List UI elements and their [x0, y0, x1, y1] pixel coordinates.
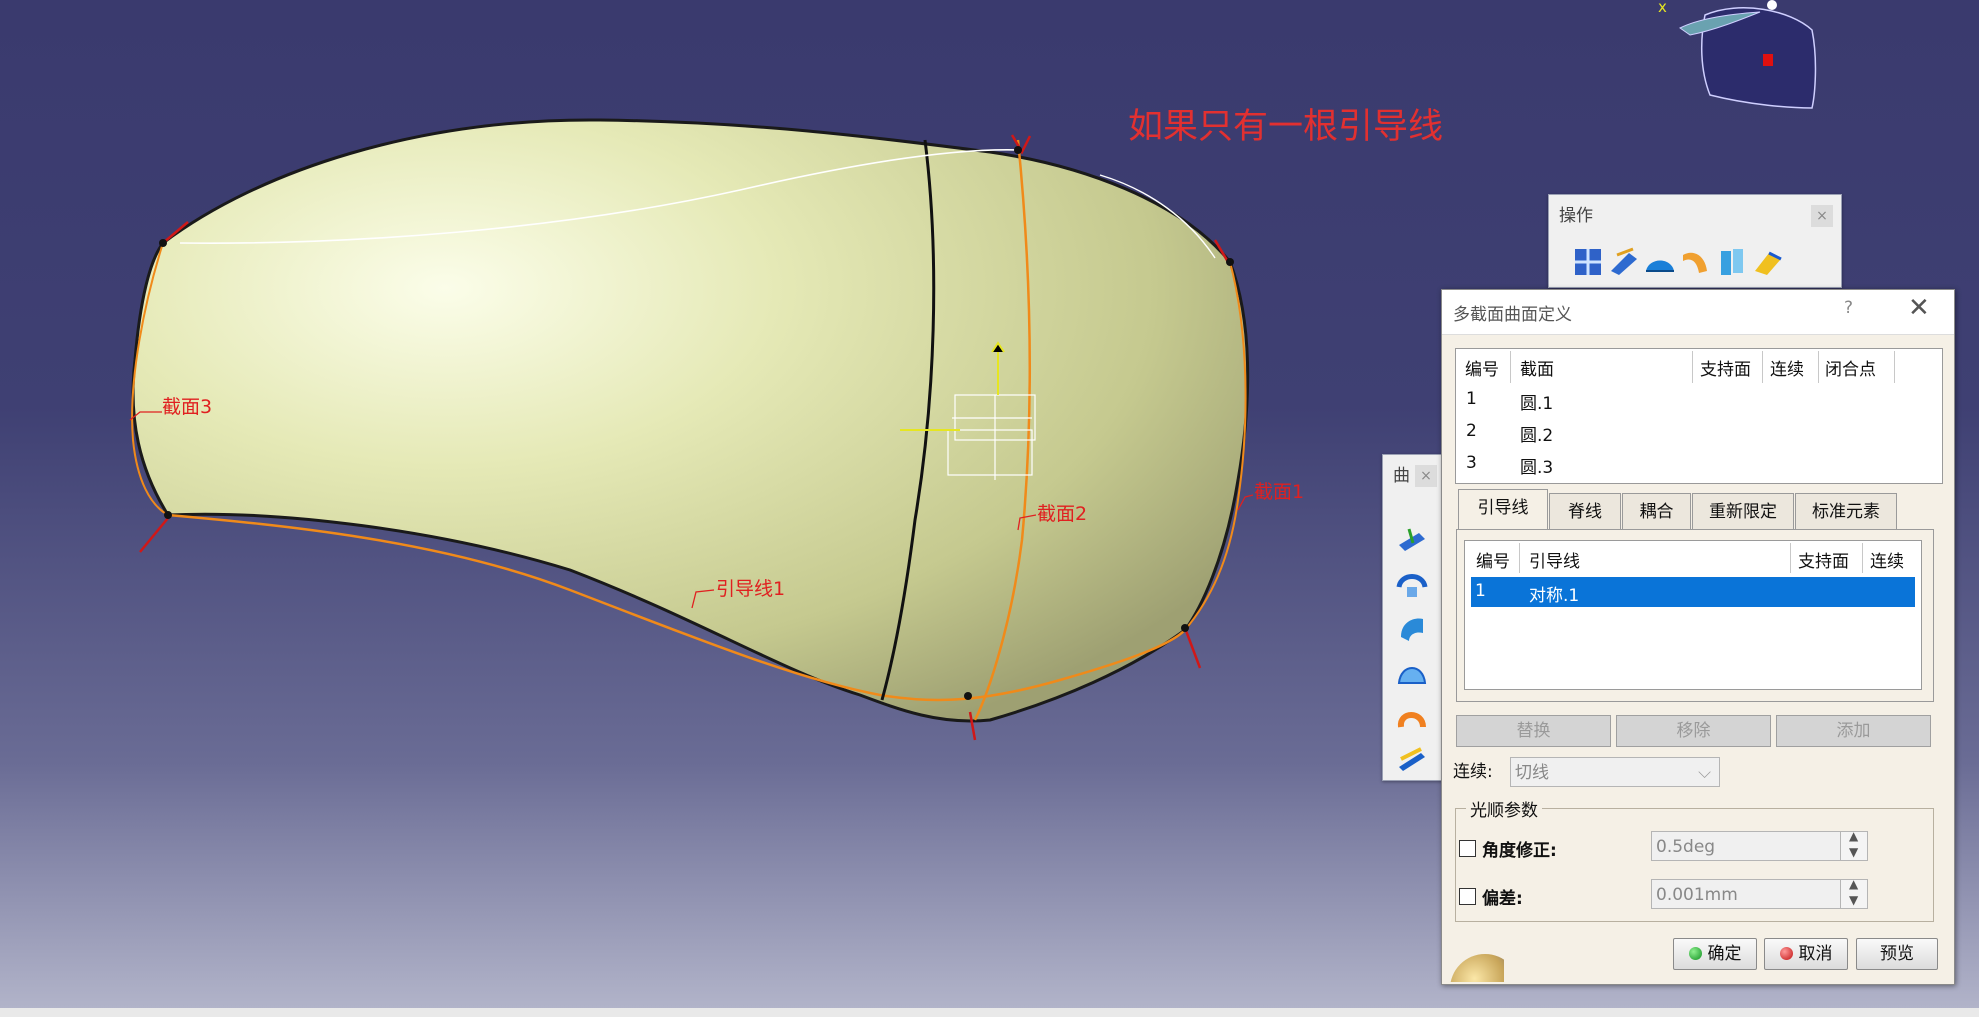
- row-num: 1: [1466, 389, 1477, 409]
- row-section: 圆.1: [1520, 394, 1554, 414]
- surfaces-toolbar: 曲 ×: [1382, 454, 1444, 781]
- cancel-button[interactable]: 取消: [1764, 938, 1848, 970]
- table-row[interactable]: 3 圆.3: [1456, 451, 1942, 481]
- angle-spinner[interactable]: ▲ ▼: [1840, 829, 1868, 861]
- row-section: 圆.3: [1520, 458, 1554, 478]
- multisection-surface[interactable]: [131, 118, 1250, 723]
- tab-relimitation[interactable]: 重新限定: [1692, 493, 1794, 530]
- green-dot-icon: [1688, 947, 1702, 960]
- ok-button[interactable]: 确定: [1673, 938, 1757, 970]
- tab-canonical-elements[interactable]: 标准元素: [1795, 493, 1897, 530]
- surfaces-toolbar-close-button[interactable]: ×: [1415, 465, 1437, 487]
- operations-toolbar: 操作 ×: [1548, 194, 1842, 288]
- preview-button[interactable]: 预览: [1856, 938, 1938, 970]
- sections-header-num[interactable]: 编号: [1465, 355, 1499, 380]
- dialog-title: 多截面曲面定义: [1453, 305, 1572, 325]
- red-dot-icon: [1779, 947, 1793, 960]
- label-guide-1: 引导线1: [716, 578, 785, 600]
- guides-header-guide[interactable]: 引导线: [1529, 547, 1580, 572]
- remove-button[interactable]: 移除: [1616, 715, 1771, 747]
- label-section-1: 截面1: [1254, 481, 1304, 503]
- transform-icon[interactable]: [1751, 245, 1787, 279]
- guides-header-num[interactable]: 编号: [1476, 547, 1510, 572]
- sections-header-closing-point[interactable]: 闭合点: [1825, 355, 1876, 380]
- row-num: 3: [1466, 453, 1477, 473]
- fill-icon[interactable]: [1395, 655, 1431, 689]
- dialog-titlebar[interactable]: 多截面曲面定义 ? ✕: [1442, 290, 1954, 335]
- continuity-select[interactable]: 切线 ⌵: [1510, 757, 1720, 787]
- catia-logo-icon: [1442, 940, 1504, 982]
- replace-button[interactable]: 替换: [1456, 715, 1611, 747]
- sections-header-continuity[interactable]: 连续: [1770, 355, 1804, 380]
- deviation-checkbox[interactable]: [1459, 888, 1476, 905]
- sections-header-support[interactable]: 支持面: [1700, 355, 1751, 380]
- annotation-title: 如果只有一根引导线: [1128, 107, 1443, 147]
- cancel-label: 取消: [1798, 944, 1833, 964]
- sweep-icon[interactable]: [1395, 611, 1431, 645]
- tab-spine[interactable]: 脊线: [1549, 493, 1621, 530]
- revolve-icon[interactable]: [1395, 567, 1431, 601]
- spin-down-icon: ▼: [1849, 845, 1859, 859]
- healing-icon[interactable]: [1607, 245, 1643, 279]
- tab-guides[interactable]: 引导线: [1458, 489, 1548, 531]
- extract-icon[interactable]: [1715, 245, 1751, 279]
- guides-header-continuity[interactable]: 连续: [1870, 547, 1904, 572]
- table-row-selected[interactable]: 1 对称.1: [1471, 577, 1915, 607]
- extrude-icon[interactable]: [1395, 523, 1431, 557]
- sections-table[interactable]: 编号 截面 支持面 连续 闭合点 1 圆.1 2 圆.2 3 圆.3: [1455, 348, 1943, 484]
- operations-toolbar-title: 操作: [1559, 206, 1593, 226]
- ok-label: 确定: [1707, 944, 1742, 964]
- angle-correction-label: 角度修正:: [1482, 841, 1557, 861]
- continuity-value: 切线: [1515, 763, 1549, 783]
- deviation-field[interactable]: 0.001mm: [1651, 879, 1841, 909]
- table-row[interactable]: 1 圆.1: [1456, 387, 1942, 417]
- tab-coupling[interactable]: 耦合: [1622, 493, 1691, 530]
- deviation-spinner[interactable]: ▲ ▼: [1840, 877, 1868, 909]
- deviation-label: 偏差:: [1482, 889, 1523, 909]
- multisection-icon[interactable]: [1395, 699, 1431, 733]
- help-button[interactable]: ?: [1844, 298, 1853, 318]
- continuity-label: 连续:: [1453, 762, 1493, 782]
- join-icon[interactable]: [1571, 245, 1607, 279]
- angle-correction-field[interactable]: 0.5deg: [1651, 831, 1841, 861]
- blend-icon[interactable]: [1395, 743, 1431, 777]
- spin-up-icon: ▲: [1849, 877, 1859, 891]
- guides-header-support[interactable]: 支持面: [1798, 547, 1849, 572]
- operations-toolbar-close-button[interactable]: ×: [1811, 205, 1833, 227]
- fillet-icon[interactable]: [1643, 245, 1679, 279]
- close-button[interactable]: ✕: [1908, 293, 1930, 323]
- spin-up-icon: ▲: [1849, 829, 1859, 843]
- angle-correction-checkbox[interactable]: [1459, 840, 1476, 857]
- row-num: 1: [1475, 581, 1486, 601]
- chevron-down-icon: ⌵: [1698, 763, 1711, 783]
- label-section-3: 截面3: [162, 396, 212, 418]
- compass-widget[interactable]: [1679, 0, 1817, 109]
- smoothing-group-label: 光顺参数: [1466, 796, 1542, 821]
- row-guide: 对称.1: [1529, 586, 1580, 606]
- compass-x-label: x: [1658, 0, 1667, 16]
- label-section-2: 截面2: [1037, 503, 1087, 525]
- trim-icon[interactable]: [1679, 245, 1715, 279]
- sections-header-section[interactable]: 截面: [1520, 355, 1554, 380]
- guides-table[interactable]: 编号 引导线 支持面 连续 1 对称.1: [1464, 540, 1922, 690]
- table-row[interactable]: 2 圆.2: [1456, 419, 1942, 449]
- add-button[interactable]: 添加: [1776, 715, 1931, 747]
- row-num: 2: [1466, 421, 1477, 441]
- row-section: 圆.2: [1520, 426, 1554, 446]
- spin-down-icon: ▼: [1849, 893, 1859, 907]
